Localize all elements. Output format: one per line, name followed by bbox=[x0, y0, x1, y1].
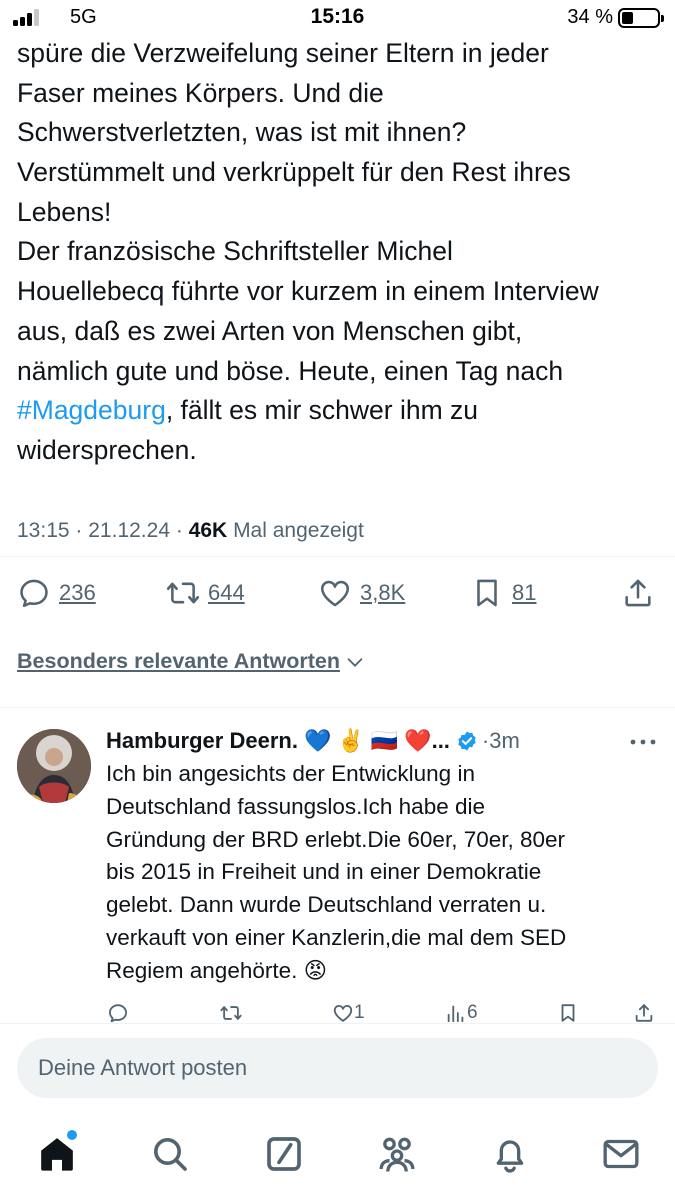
reply-text-line: bis 2015 in Freiheit und in einer Demokr… bbox=[106, 859, 542, 885]
reply-icon bbox=[20, 579, 48, 608]
repost-icon bbox=[220, 1006, 242, 1020]
emoji-blue-heart: 💙 bbox=[303, 728, 332, 753]
tweet-text-line: #Magdeburg, fällt es mir schwer ihm zu bbox=[17, 391, 662, 431]
tweet-action-bar: 236 644 3,8K 81 bbox=[0, 572, 675, 614]
reply-bookmark-button[interactable] bbox=[557, 1002, 579, 1024]
reply-input[interactable] bbox=[17, 1038, 658, 1098]
bottom-tab-bar bbox=[0, 1124, 675, 1200]
heart-icon bbox=[320, 580, 350, 607]
reply-text-line: gelebt. Dann wurde Deutschland verraten … bbox=[106, 892, 547, 918]
tweet-text-line: nämlich gute und böse. Heute, einen Tag … bbox=[17, 355, 564, 386]
grok-icon bbox=[267, 1137, 301, 1171]
battery-percent: 34 % bbox=[567, 6, 613, 28]
bell-icon bbox=[496, 1140, 524, 1173]
bookmark-button[interactable]: 81 bbox=[470, 572, 536, 614]
repost-button[interactable]: 644 bbox=[166, 572, 245, 614]
share-icon bbox=[625, 579, 651, 607]
share-button[interactable] bbox=[621, 572, 655, 614]
more-icon[interactable] bbox=[629, 738, 657, 746]
tab-communities[interactable] bbox=[377, 1134, 417, 1174]
search-icon bbox=[154, 1138, 187, 1171]
reply-text-line: Regiem angehörte. 😡 bbox=[106, 955, 656, 988]
repost-icon bbox=[166, 582, 200, 604]
reply-text-fragment: Regiem angehörte. bbox=[106, 957, 304, 983]
tweet-text-line: Houellebecq führte vor kurzem in einem I… bbox=[17, 276, 599, 307]
reply-text-line: Gründung der BRD erlebt.Die 60er, 70er, … bbox=[106, 826, 566, 852]
battery-icon bbox=[618, 8, 664, 28]
reply-count: 236 bbox=[59, 580, 96, 605]
tweet-date: 21.12.24 bbox=[88, 519, 170, 542]
tweet-time: 13:15 bbox=[17, 519, 70, 542]
reply-like-count: 1 bbox=[354, 1002, 365, 1023]
repost-count: 644 bbox=[208, 580, 245, 605]
view-count[interactable]: 46K bbox=[189, 519, 228, 542]
reply-text-line: verkauft von einer Kanzlerin,die mal dem… bbox=[106, 924, 567, 950]
tab-grok[interactable] bbox=[264, 1134, 304, 1174]
reply-time: ·3m bbox=[481, 728, 520, 753]
reply-author-name[interactable]: Hamburger Deern. bbox=[106, 728, 298, 754]
reply-like-button[interactable]: 1 bbox=[332, 1002, 365, 1024]
like-count: 3,8K bbox=[360, 580, 406, 605]
separator: · bbox=[75, 519, 83, 542]
reply-header: Hamburger Deern. 💙 ✌️ 🇷🇺 ❤️ ... ·3m bbox=[106, 726, 520, 756]
avatar[interactable] bbox=[17, 729, 91, 803]
communities-icon bbox=[379, 1137, 415, 1172]
heart-icon bbox=[333, 1005, 353, 1022]
tab-search[interactable] bbox=[150, 1134, 190, 1174]
reply-repost-button[interactable] bbox=[220, 1002, 242, 1024]
envelope-icon bbox=[603, 1139, 639, 1169]
reply-text-line: Ich bin angesichts der Entwicklung in bbox=[106, 761, 475, 786]
reply-view-count: 6 bbox=[467, 1002, 478, 1023]
sort-replies-dropdown[interactable]: Besonders relevante Antworten bbox=[17, 649, 366, 674]
tweet-text-line: Der französische Schriftsteller Michel bbox=[17, 236, 453, 267]
reply-composer[interactable] bbox=[17, 1038, 658, 1098]
tweet-text-line: aus, daß es zwei Arten von Menschen gibt… bbox=[17, 315, 523, 346]
tweet-text-line: widersprechen. bbox=[17, 434, 197, 465]
reply-button[interactable]: 236 bbox=[17, 572, 96, 614]
tab-notifications[interactable] bbox=[490, 1134, 530, 1174]
chevron-down-icon bbox=[347, 657, 363, 667]
tab-messages[interactable] bbox=[601, 1134, 641, 1174]
name-ellipsis: ... bbox=[431, 728, 450, 753]
bookmark-count: 81 bbox=[512, 580, 537, 605]
tweet-text-fragment: , fällt es mir schwer ihm zu bbox=[165, 395, 478, 426]
reply-action-bar: 1 6 bbox=[0, 1000, 675, 1024]
emoji-angry-face: 😡 bbox=[303, 957, 328, 983]
reply-icon bbox=[109, 1004, 127, 1023]
status-bar: 5G 15:16 34 % bbox=[0, 0, 675, 38]
emoji-victory-hand: ✌️ bbox=[337, 728, 365, 753]
notification-dot bbox=[67, 1130, 77, 1140]
separator: · bbox=[175, 519, 183, 542]
tweet-text: spüre die Verzweifelung seiner Eltern in… bbox=[17, 34, 662, 471]
sort-label: Besonders relevante Antworten bbox=[17, 649, 340, 673]
emoji-flag-russia: 🇷🇺 bbox=[370, 728, 399, 753]
tweet-text-line: Lebens! bbox=[17, 196, 112, 227]
divider bbox=[0, 1023, 675, 1024]
view-count-label: Mal angezeigt bbox=[233, 519, 364, 542]
reply-reply-button[interactable] bbox=[107, 1002, 129, 1024]
tweet-text-line: Schwerstverletzten, was ist mit ihnen? bbox=[17, 117, 467, 148]
tweet-text-line: Faser meines Körpers. Und die bbox=[17, 77, 384, 108]
avatar-image bbox=[17, 729, 91, 803]
tweet-text-line: spüre die Verzweifelung seiner Eltern in… bbox=[17, 38, 549, 68]
divider bbox=[0, 707, 675, 708]
bookmark-icon bbox=[477, 579, 497, 607]
tweet-meta: 13:15 · 21.12.24 · 46K Mal angezeigt bbox=[17, 519, 364, 543]
bookmark-icon bbox=[561, 1004, 575, 1022]
tab-home[interactable] bbox=[37, 1130, 77, 1174]
share-icon bbox=[635, 1004, 653, 1022]
divider bbox=[0, 556, 675, 557]
like-button[interactable]: 3,8K bbox=[318, 572, 405, 614]
emoji-red-heart: ❤️ bbox=[404, 728, 432, 753]
reply-text-line: Deutschland fassungslos.Ich habe die bbox=[106, 793, 485, 819]
tweet-text-line: Verstümmelt und verkrüppelt für den Rest… bbox=[17, 157, 571, 188]
reply-text: Ich bin angesichts der Entwicklung in De… bbox=[106, 758, 656, 988]
reply-share-button[interactable] bbox=[633, 1002, 655, 1024]
verified-badge-icon bbox=[458, 731, 476, 751]
home-icon bbox=[41, 1138, 73, 1171]
reply-views-button[interactable]: 6 bbox=[445, 1002, 478, 1024]
hashtag-link[interactable]: #Magdeburg bbox=[17, 395, 166, 425]
analytics-icon bbox=[447, 1005, 464, 1023]
